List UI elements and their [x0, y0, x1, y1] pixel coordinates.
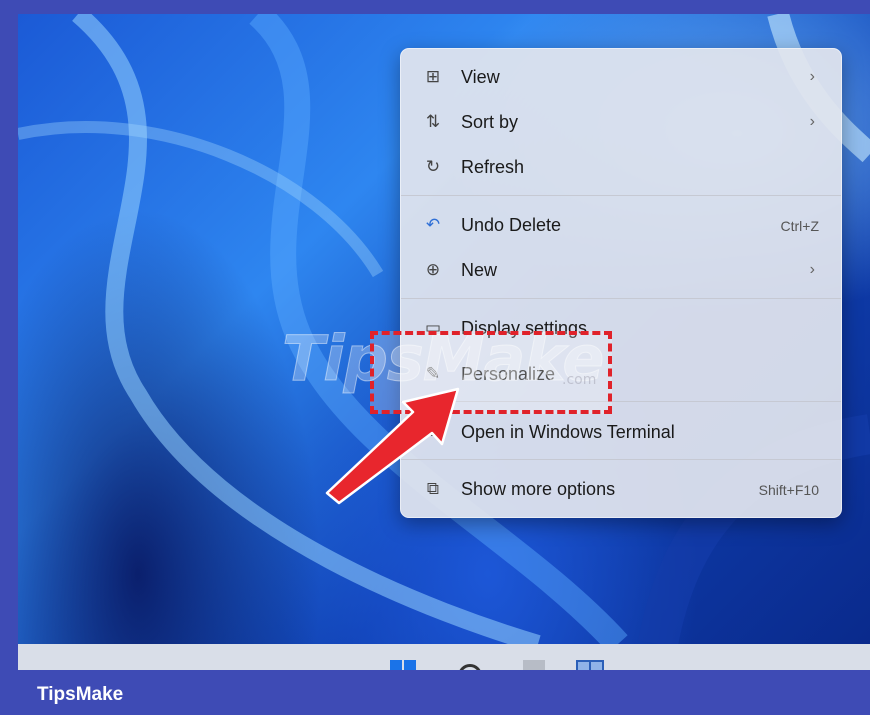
menu-item-label: New	[461, 260, 498, 280]
refresh-icon: ↻	[425, 157, 441, 176]
chevron-right-icon: ›	[809, 261, 815, 278]
start-icon[interactable]	[390, 660, 416, 670]
terminal-icon: ›	[430, 422, 436, 441]
menu-separator	[401, 459, 841, 460]
menu-item-show-more-options[interactable]: ⧉ Show more options Shift+F10	[401, 467, 841, 511]
menu-item-refresh[interactable]: ↻ Refresh	[401, 145, 841, 189]
widgets-icon[interactable]	[576, 660, 604, 670]
menu-item-view[interactable]: ⊞ View ›	[401, 55, 841, 99]
footer-brand: TipsMake	[37, 684, 124, 705]
menu-item-label: View	[461, 67, 500, 87]
taskbar	[18, 644, 870, 670]
sort-icon: ⇅	[425, 112, 441, 131]
menu-separator	[401, 195, 841, 196]
menu-item-open-terminal[interactable]: › Open in Windows Terminal	[401, 410, 841, 454]
shortcut-label: Shift+F10	[758, 482, 819, 498]
menu-item-label: Open in Windows Terminal	[461, 422, 675, 442]
new-plus-icon: ⊕	[425, 260, 441, 279]
view-grid-icon: ⊞	[425, 67, 441, 86]
chevron-right-icon: ›	[809, 113, 815, 130]
task-view-icon[interactable]	[523, 660, 545, 670]
menu-separator	[401, 298, 841, 299]
menu-item-label: Sort by	[461, 112, 519, 132]
desktop-context-menu: ⊞ View › ⇅ Sort by › ↻ Refresh ↶ Undo De…	[400, 48, 842, 518]
footer-bar: TipsMake	[0, 670, 870, 715]
shortcut-label: Ctrl+Z	[780, 218, 820, 234]
menu-item-sort-by[interactable]: ⇅ Sort by ›	[401, 100, 841, 144]
menu-item-label: Undo Delete	[461, 215, 562, 235]
menu-item-new[interactable]: ⊕ New ›	[401, 248, 841, 292]
highlight-box	[370, 331, 612, 414]
menu-item-label: Show more options	[461, 479, 616, 499]
show-more-options-icon: ⧉	[426, 479, 440, 498]
undo-icon: ↶	[425, 215, 441, 234]
menu-item-undo-delete[interactable]: ↶ Undo Delete Ctrl+Z	[401, 203, 841, 247]
chevron-right-icon: ›	[809, 68, 815, 85]
menu-item-label: Refresh	[461, 157, 525, 177]
